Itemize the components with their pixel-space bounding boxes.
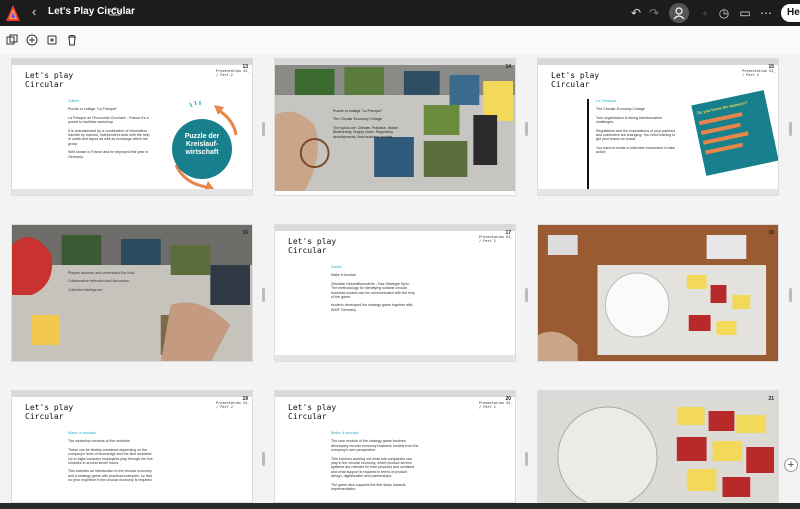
undo-icon[interactable]: ↶	[628, 5, 644, 21]
resize-handle[interactable]	[789, 288, 792, 302]
slide-text: Gabel Puzzle or collage "La Fresque" La …	[68, 98, 150, 159]
resize-handle[interactable]	[262, 288, 265, 302]
slide-number: 18	[768, 230, 774, 236]
slide-19[interactable]: 19 Let's play Circular Presentation 01_ …	[11, 390, 253, 503]
back-chevron-icon[interactable]: ‹	[32, 4, 36, 19]
top-bar: ‹ Let's Play Circular ↶ ↷ ◦ ◷ ▭ ⋯ Her	[0, 0, 800, 26]
slide-text: La Fresque The Circular Economy Collage …	[596, 98, 676, 155]
board-game-photo-image	[538, 225, 778, 361]
slide-text: Gabel Make it circular! Zirkuläre Geschä…	[331, 264, 416, 312]
slide-13[interactable]: 13 Let's play Circular Presentation 01_ …	[11, 58, 253, 196]
profile-avatar[interactable]	[669, 3, 689, 23]
slide-text: Make it circular! The workshop consists …	[68, 430, 153, 483]
redo-icon[interactable]: ↷	[646, 5, 662, 21]
more-options-icon[interactable]: ⋯	[758, 5, 774, 21]
resize-handle[interactable]	[525, 452, 528, 466]
duplicate-pages-icon[interactable]	[6, 34, 18, 46]
slide-21[interactable]: 21	[537, 390, 779, 503]
board-game-photo-image	[538, 397, 778, 502]
lightbulb-icon[interactable]: ◦	[697, 5, 713, 21]
slide-16[interactable]: 16 Players discover and understand the l…	[11, 224, 253, 362]
slide-text: Players discover and understand the link…	[68, 271, 135, 292]
badge-text: Puzzle der Kreislauf- wirtschaft	[184, 133, 220, 156]
slide-20[interactable]: 20 Let's play Circular Presentation 01_ …	[274, 390, 516, 503]
comment-icon[interactable]: ▭	[737, 5, 753, 21]
slide-number: 14	[505, 64, 511, 70]
delete-page-icon[interactable]	[66, 34, 78, 46]
slide-title: Let's play Circular	[288, 403, 337, 421]
slide-number: 16	[242, 230, 248, 236]
copy-page-icon[interactable]	[46, 34, 58, 46]
slide-title: Let's play Circular	[288, 237, 337, 255]
presentation-label: Presentation 01_ / Part 2	[216, 401, 250, 409]
share-button[interactable]: Her	[781, 4, 800, 22]
slide-number: 21	[768, 396, 774, 402]
resize-handle[interactable]	[525, 122, 528, 136]
slide-text: Make it circular! The core module of the…	[331, 430, 419, 492]
user-icon	[673, 7, 685, 20]
slide-title: Let's play Circular	[25, 71, 74, 89]
presentation-label: Presentation 01_ / Part 2	[216, 69, 250, 77]
slide-title: Let's play Circular	[25, 403, 74, 421]
presentation-label: Presentation 01_ / Part 2	[742, 69, 776, 77]
cloud-sync-icon[interactable]	[108, 5, 122, 19]
presentation-label: Presentation 01_ / Part 2	[479, 401, 513, 409]
slide-18[interactable]: 18	[537, 224, 779, 362]
resize-handle[interactable]	[789, 122, 792, 136]
presentation-label: Presentation 01_ / Part 2	[479, 235, 513, 243]
resize-handle[interactable]	[262, 122, 265, 136]
adobe-express-logo-icon[interactable]	[6, 5, 20, 21]
window-bottom-edge	[0, 503, 800, 509]
add-page-icon[interactable]	[26, 34, 38, 46]
page-toolbar	[0, 26, 800, 54]
slide-title: Let's play Circular	[551, 71, 600, 89]
timer-icon[interactable]: ◷	[716, 5, 732, 21]
slide-text: Puzzle or collage "La Fresque" The Circu…	[333, 109, 399, 139]
question-card: Do you know the answers?	[691, 90, 778, 176]
slide-15[interactable]: 15 Let's play Circular Presentation 01_ …	[537, 58, 779, 196]
add-page-plus-icon[interactable]: +	[784, 458, 798, 472]
slide-14[interactable]: 14 Puzzle or collage "La Fresque" The Ci…	[274, 58, 516, 196]
divider-line	[587, 99, 589, 191]
resize-handle[interactable]	[262, 452, 265, 466]
slide-17[interactable]: 17 Let's play Circular Presentation 01_ …	[274, 224, 516, 362]
resize-handle[interactable]	[525, 288, 528, 302]
